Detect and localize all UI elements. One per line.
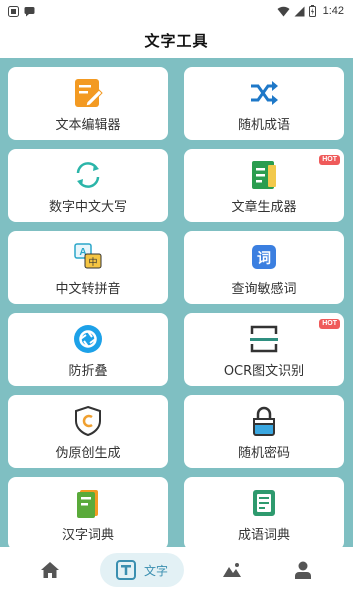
article-icon xyxy=(252,161,276,189)
header: 文字工具 xyxy=(0,22,353,58)
tool-grid: 文本编辑器 随机成语 数字中文大写 HOT 文章生成器 A 中 中文转拼音 词 … xyxy=(0,58,353,547)
bottom-nav: 文字 xyxy=(0,547,353,593)
shuffle-icon xyxy=(251,81,278,105)
tool-card-anti-fold[interactable]: 防折叠 xyxy=(8,313,168,386)
tool-card-pseudo-original[interactable]: 伪原创生成 xyxy=(8,395,168,468)
tool-label: 随机密码 xyxy=(237,446,290,461)
idiom-book-icon xyxy=(253,490,275,516)
scan-icon xyxy=(250,325,278,353)
tool-label: 随机成语 xyxy=(237,118,290,133)
tool-card-idiom-dictionary[interactable]: 成语词典 xyxy=(184,477,344,547)
tool-card-random-password[interactable]: 随机密码 xyxy=(184,395,344,468)
shield-c-icon xyxy=(75,405,101,437)
tool-label: 防折叠 xyxy=(68,364,108,379)
word-query-icon: 词 xyxy=(252,245,276,269)
hot-badge: HOT xyxy=(319,319,340,329)
status-right: 1:42 xyxy=(277,5,344,17)
status-left xyxy=(8,5,35,17)
tool-label: 查询敏感词 xyxy=(231,282,297,297)
wifi-icon xyxy=(277,6,290,16)
tool-label: OCR图文识别 xyxy=(223,364,305,379)
tool-label: 文章生成器 xyxy=(231,200,297,215)
convert-cycle-icon xyxy=(76,162,100,188)
nav-profile[interactable] xyxy=(281,547,325,593)
tool-label: 文本编辑器 xyxy=(55,118,121,133)
tool-card-sensitive-word-query[interactable]: 词 查询敏感词 xyxy=(184,231,344,304)
tool-label: 数字中文大写 xyxy=(48,200,127,215)
tool-label: 成语词典 xyxy=(237,528,290,543)
pinyin-icon: A 中 xyxy=(74,243,102,269)
tool-card-random-idiom[interactable]: 随机成语 xyxy=(184,67,344,140)
profile-icon xyxy=(295,561,311,579)
tool-card-text-editor[interactable]: 文本编辑器 xyxy=(8,67,168,140)
tool-card-number-uppercase[interactable]: 数字中文大写 xyxy=(8,149,168,222)
nav-home[interactable] xyxy=(28,547,72,593)
tool-card-chinese-to-pinyin[interactable]: A 中 中文转拼音 xyxy=(8,231,168,304)
tool-label: 汉字词典 xyxy=(61,528,114,543)
app-icon xyxy=(8,5,19,17)
tool-card-character-dictionary[interactable]: 汉字词典 xyxy=(8,477,168,547)
tool-card-article-generator[interactable]: HOT 文章生成器 xyxy=(184,149,344,222)
nav-text-tools[interactable]: 文字 xyxy=(100,553,184,587)
message-icon xyxy=(24,6,35,16)
tool-card-ocr[interactable]: HOT OCR图文识别 xyxy=(184,313,344,386)
battery-icon xyxy=(308,5,316,17)
note-edit-icon xyxy=(75,79,103,107)
tool-label: 伪原创生成 xyxy=(55,446,121,461)
aperture-icon xyxy=(74,325,102,353)
tool-label: 中文转拼音 xyxy=(55,282,121,297)
nav-text-tools-label: 文字 xyxy=(143,563,168,578)
hot-badge: HOT xyxy=(319,155,340,165)
status-time: 1:42 xyxy=(322,5,344,17)
signal-icon xyxy=(294,6,305,16)
nav-image[interactable] xyxy=(210,547,254,593)
svg-text:词: 词 xyxy=(257,251,271,267)
lock-icon xyxy=(253,406,275,436)
status-bar: 1:42 xyxy=(0,0,353,22)
image-icon xyxy=(223,563,241,577)
svg-text:中: 中 xyxy=(88,256,97,268)
home-icon xyxy=(41,562,59,578)
text-tool-icon xyxy=(115,560,136,580)
page-title: 文字工具 xyxy=(144,31,209,50)
book-icon xyxy=(77,490,98,518)
